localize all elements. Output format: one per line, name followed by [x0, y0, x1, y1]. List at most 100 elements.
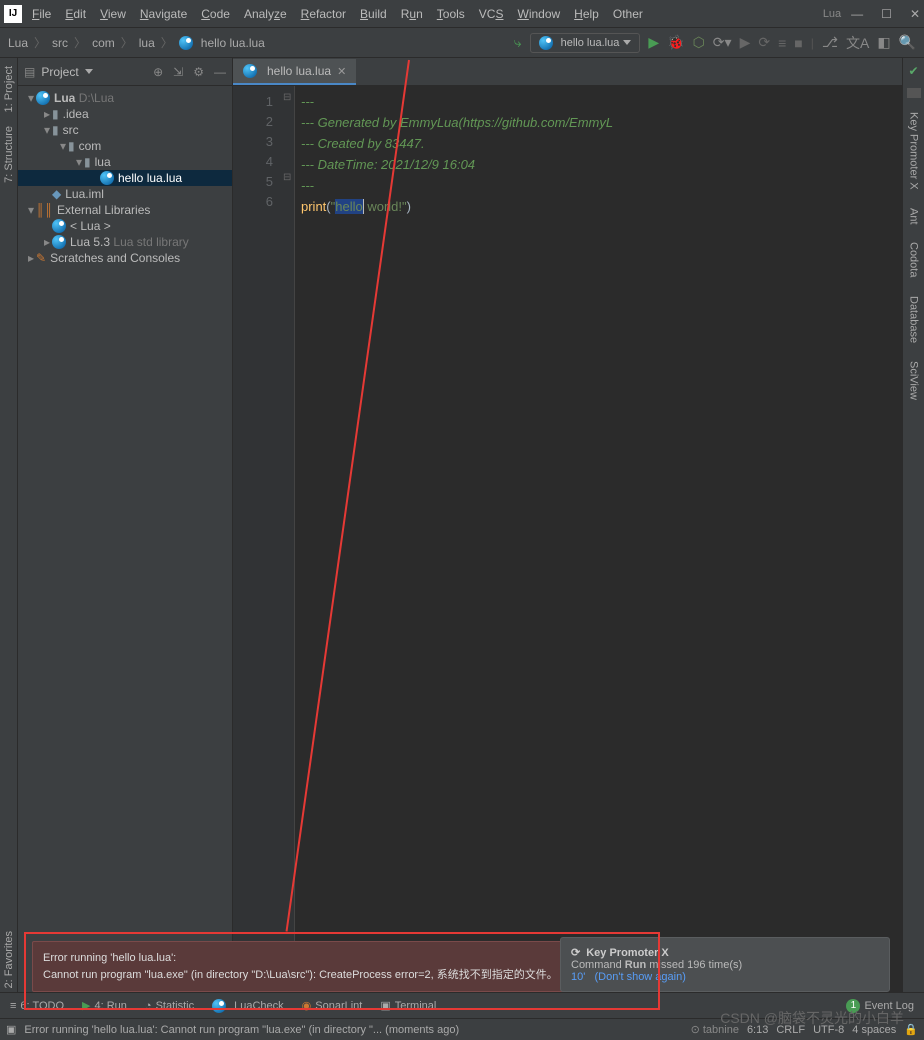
tab-run[interactable]: ▶4: Run [82, 999, 127, 1012]
tab-todo[interactable]: ≡6: TODO [10, 1000, 64, 1012]
titlebar: IJ File Edit View Navigate Code Analyze … [0, 0, 924, 28]
shortcut-link[interactable]: 10' [571, 971, 585, 983]
lua-icon [52, 235, 66, 249]
key-promoter-popup[interactable]: ⟳Key Promoter X Command Run missed 196 t… [560, 937, 890, 992]
sidetab-database[interactable]: Database [908, 292, 920, 347]
run-config-selector[interactable]: hello lua.lua [530, 33, 641, 53]
project-tree[interactable]: ▾Lua D:\Lua ▸▮.idea ▾▮src ▾▮com ▾▮lua he… [18, 86, 232, 270]
tree-file-iml[interactable]: ◆Lua.iml [18, 186, 232, 202]
minimize-button[interactable]: — [851, 7, 863, 21]
hide-icon[interactable]: — [214, 65, 226, 79]
layout-icon[interactable]: ◧ [877, 34, 890, 51]
profile-icon[interactable]: ⟳▾ [713, 34, 732, 51]
menu-run[interactable]: Run [401, 7, 423, 21]
tree-folder-lua[interactable]: ▾▮lua [18, 154, 232, 170]
close-button[interactable]: ✕ [910, 7, 920, 21]
tree-lua-lib[interactable]: < Lua > [18, 218, 232, 234]
attach-icon[interactable]: ▶ [740, 34, 751, 51]
menu-tools[interactable]: Tools [437, 7, 465, 21]
lua-icon [52, 219, 66, 233]
locate-icon[interactable]: ⊕ [153, 65, 163, 79]
reload-icon[interactable]: ⟳ [758, 34, 770, 51]
tree-ext-libs[interactable]: ▾║║External Libraries [18, 202, 232, 218]
tab-label: hello lua.lua [267, 64, 331, 78]
sidetab-structure[interactable]: 7: Structure [3, 122, 15, 187]
menu-vcs[interactable]: VCS [479, 7, 504, 21]
line-gutter: 123 456 [233, 86, 281, 992]
menu-code[interactable]: Code [201, 7, 230, 21]
sidetab-favorites[interactable]: 2: Favorites [3, 927, 15, 992]
lua-icon [179, 36, 193, 50]
menu-refactor[interactable]: Refactor [301, 7, 346, 21]
close-tab-icon[interactable]: ✕ [337, 65, 346, 78]
translate-icon[interactable]: 文A [846, 33, 869, 53]
maximize-button[interactable]: ☐ [881, 7, 892, 21]
run-icon[interactable]: ▶ [648, 34, 659, 51]
breadcrumb[interactable]: src [52, 36, 68, 50]
breadcrumb[interactable]: Lua [8, 36, 28, 50]
lock-icon[interactable]: 🔒 [904, 1023, 918, 1036]
project-view-icon[interactable]: ▤ [24, 65, 35, 79]
sidetab-codota[interactable]: Codota [908, 238, 920, 281]
gear-icon[interactable]: ⚙ [193, 65, 204, 79]
right-tool-strip: ✔ Key Promoter X Ant Codota Database Sci… [902, 58, 924, 992]
menu-analyze[interactable]: Analyze [244, 7, 287, 21]
git-icon[interactable]: ⎇ [822, 34, 838, 51]
tab-terminal[interactable]: ▣Terminal [380, 999, 436, 1012]
sidetab-ant[interactable]: Ant [908, 204, 920, 229]
code-area[interactable]: --- --- Generated by EmmyLua(https://git… [295, 86, 902, 992]
coverage-icon[interactable]: ⬡ [693, 34, 705, 51]
menu-navigate[interactable]: Navigate [140, 7, 187, 21]
sidetab-project[interactable]: 1: Project [3, 62, 15, 116]
project-panel: ▤ Project ⊕ ⇲ ⚙ — ▾Lua D:\Lua ▸▮.idea ▾▮… [18, 58, 233, 992]
minimap-indicator [907, 88, 921, 98]
error-line2: Cannot run program "lua.exe" (in directo… [43, 967, 641, 984]
breadcrumb[interactable]: lua [139, 36, 155, 50]
sidetab-keypromoter[interactable]: Key Promoter X [908, 108, 920, 194]
tab-statistic[interactable]: ◔Statistic [145, 1000, 194, 1012]
breadcrumb[interactable]: hello lua.lua [201, 36, 265, 50]
menu-build[interactable]: Build [360, 7, 387, 21]
stop-icon[interactable]: ■ [794, 35, 802, 51]
build-icon[interactable]: ⤷ [514, 34, 522, 51]
menu-window[interactable]: Window [517, 7, 560, 21]
editor-area: hello lua.lua ✕ 123 456 ⊟ ⊟ --- --- Gene… [233, 58, 902, 992]
tree-folder-src[interactable]: ▾▮src [18, 122, 232, 138]
breadcrumb[interactable]: com [92, 36, 115, 50]
watermark: CSDN @脑袋不灵光的小白羊 [720, 1008, 904, 1028]
tree-lua53[interactable]: ▸Lua 5.3 Lua std library [18, 234, 232, 250]
fold-end-icon[interactable]: ⊟ [283, 172, 291, 183]
status-message: Error running 'hello lua.lua': Cannot ru… [24, 1024, 682, 1036]
menu-other[interactable]: Other [613, 7, 643, 21]
expand-icon[interactable]: ⇲ [173, 65, 183, 79]
chevron-down-icon[interactable] [85, 69, 93, 74]
menu-file[interactable]: File [32, 7, 51, 21]
menu-view[interactable]: View [100, 7, 126, 21]
error-popup[interactable]: Error running 'hello lua.lua': Cannot ru… [32, 941, 652, 992]
tree-scratches[interactable]: ▸✎Scratches and Consoles [18, 250, 232, 266]
main-menu: File Edit View Navigate Code Analyze Ref… [32, 7, 643, 21]
lua-icon [243, 64, 257, 78]
fold-start-icon[interactable]: ⊟ [283, 92, 291, 103]
dont-show-link[interactable]: (Don't show again) [595, 971, 686, 983]
fold-column[interactable]: ⊟ ⊟ [281, 86, 295, 992]
debug-icon[interactable]: 🐞 [667, 34, 684, 51]
editor-body[interactable]: 123 456 ⊟ ⊟ --- --- Generated by EmmyLua… [233, 86, 902, 992]
tree-folder-com[interactable]: ▾▮com [18, 138, 232, 154]
menu-edit[interactable]: Edit [65, 7, 86, 21]
main-area: 1: Project 7: Structure 2: Favorites ▤ P… [0, 58, 924, 992]
tree-file-hello[interactable]: hello lua.lua [18, 170, 232, 186]
tab-sonarlint[interactable]: ◉SonarLint [302, 999, 363, 1012]
menu-help[interactable]: Help [574, 7, 599, 21]
tab-luacheck[interactable]: LuaCheck [212, 999, 284, 1013]
search-icon[interactable]: 🔍 [899, 34, 916, 51]
sidetab-sciview[interactable]: SciView [908, 357, 920, 404]
run-config-label: hello lua.lua [561, 37, 620, 49]
trace-icon[interactable]: ≡ [778, 35, 786, 51]
tree-folder-idea[interactable]: ▸▮.idea [18, 106, 232, 122]
tree-root[interactable]: ▾Lua D:\Lua [18, 90, 232, 106]
panel-title[interactable]: Project [41, 65, 78, 79]
file-tab[interactable]: hello lua.lua ✕ [233, 59, 356, 85]
check-icon[interactable]: ✔ [908, 64, 918, 78]
status-icon[interactable]: ▣ [6, 1023, 16, 1036]
